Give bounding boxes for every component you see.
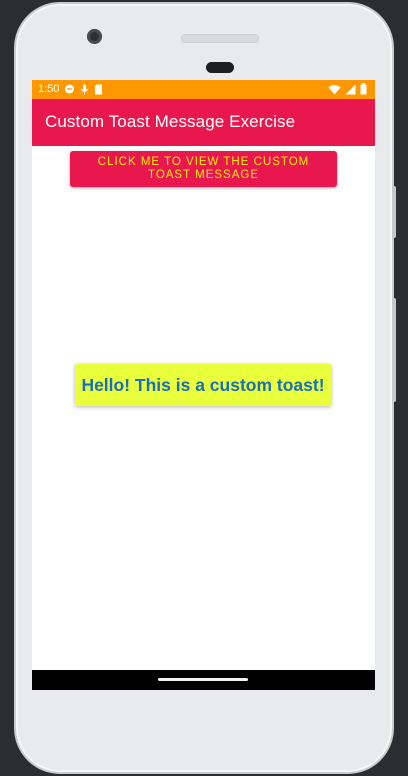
view-custom-toast-button[interactable]: CLICK ME TO VIEW THE CUSTOM TOAST MESSAG… — [70, 151, 337, 187]
battery-icon — [360, 83, 367, 95]
toast-message: Hello! This is a custom toast! — [81, 374, 325, 395]
app-title: Custom Toast Message Exercise — [45, 112, 296, 131]
speaker-grille — [181, 34, 259, 43]
home-gesture-pill[interactable] — [158, 678, 248, 681]
status-left-group: 1:50 — [38, 83, 103, 95]
status-right-group — [328, 83, 367, 95]
status-bar: 1:50 — [32, 80, 375, 99]
mic-icon — [80, 84, 89, 95]
app-toolbar: Custom Toast Message Exercise — [32, 99, 375, 146]
earpiece-speaker — [206, 62, 234, 73]
volume-button[interactable] — [392, 298, 396, 402]
signal-icon — [345, 84, 356, 95]
power-button[interactable] — [392, 186, 396, 238]
front-camera — [87, 29, 102, 44]
chat-notification-icon — [64, 84, 75, 95]
custom-toast: Hello! This is a custom toast! — [75, 364, 331, 406]
wifi-icon — [328, 84, 341, 95]
device-screen: 1:50 Custom Toast Message Exercise CLICK… — [32, 80, 375, 690]
sd-card-icon — [94, 84, 103, 95]
status-time: 1:50 — [38, 83, 60, 95]
navigation-bar — [32, 670, 375, 690]
